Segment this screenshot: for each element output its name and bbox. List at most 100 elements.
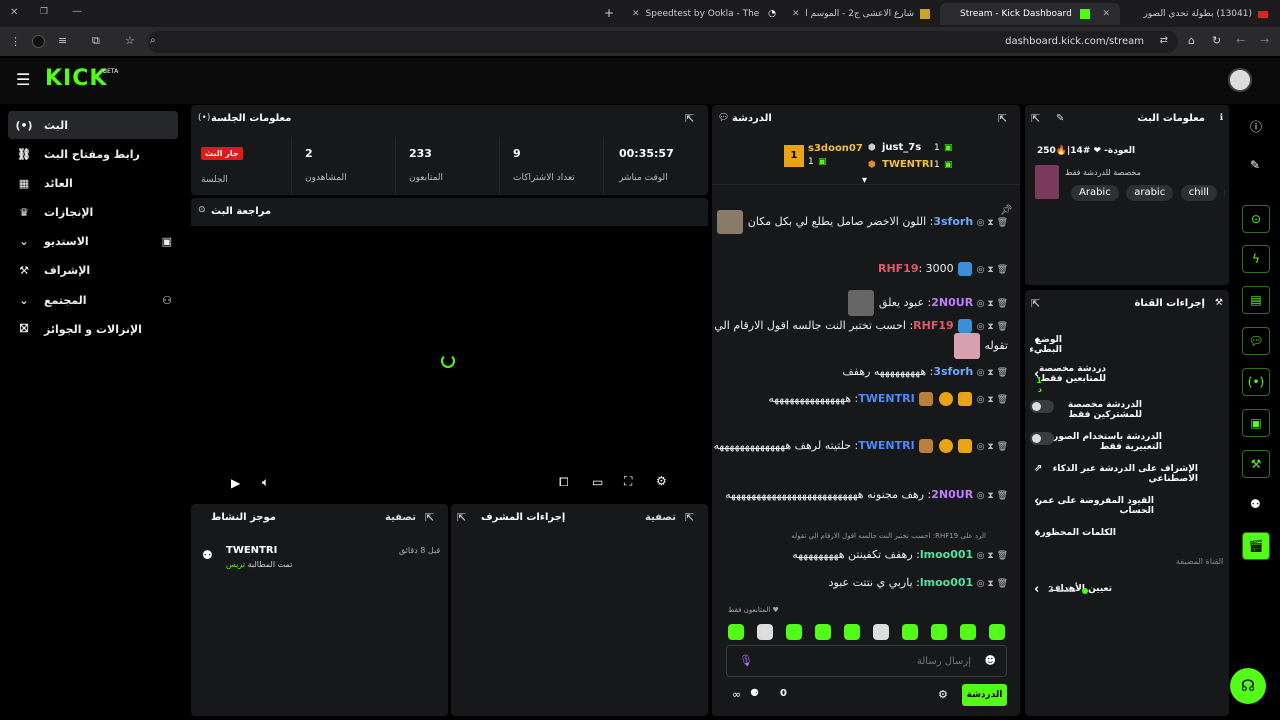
message-user[interactable]: lmoo001 [920,576,973,589]
kick-logo[interactable]: KICK [45,66,107,91]
edit-pencil-icon[interactable]: ✎ [1056,113,1064,124]
leader-name[interactable]: just_7s [882,142,921,153]
info-circle-icon[interactable]: ⓘ [1250,118,1262,135]
tab-series[interactable]: شارع الأعشى ج2 - الموسم الثاني ✕ [786,3,936,25]
broadcast-toggle-button[interactable]: (•) [1242,368,1270,396]
popout-icon[interactable]: ⇱ [1031,297,1040,310]
emoji-icon[interactable]: ☻ [985,654,996,667]
subscribers-only-toggle[interactable] [1030,400,1054,413]
sidebar-item-community[interactable]: ⌄ المجتمع ⚇ [8,286,178,314]
mod-actions-toggle-button[interactable]: ▣ [1242,409,1270,437]
sidebar-item-drops[interactable]: ⛝ الإنزالات و الجوائز [8,315,178,343]
minimize-window-icon[interactable]: — [72,6,82,17]
message-user[interactable]: 3sforh [933,365,973,378]
close-tab-icon[interactable]: ✕ [792,9,800,19]
new-tab-button[interactable]: + [604,6,614,20]
emote-button[interactable] [728,624,744,640]
tag-fun[interactable]: fun [1224,185,1225,201]
action-subscribers-only[interactable]: الدردشة مخصصة للمشتركين فقط [1030,395,1224,420]
lightning-button[interactable]: ϟ [1242,245,1270,273]
message-user[interactable]: RHF19 [878,262,919,275]
settings-gear-icon[interactable]: ⚙ [656,474,667,488]
tab-kick-dashboard[interactable]: ✕ Stream - Kick Dashboard [940,3,1120,25]
sidebar-item-revenue[interactable]: ▦ العائد [8,169,178,197]
preview-toggle-button[interactable]: ⊙ [1242,205,1270,233]
close-tab-icon[interactable]: ✕ [632,9,640,19]
video-player[interactable]: ▶ 🔈︎ ⧠ ▭ ⛶ ⚙ [191,226,708,500]
activity-user[interactable]: TWENTRI [226,545,277,556]
action-slow-mode[interactable]: الوضع البطيء › [1029,330,1224,355]
play-icon[interactable]: ▶ [231,476,240,490]
message-user[interactable]: lmoo001 [920,548,973,561]
action-ai-moderation[interactable]: الإشراف على الدردشة عبر الذكاء الاصطناعي… [1030,459,1224,484]
message-user[interactable]: TWENTRI [858,392,914,405]
reply-user[interactable]: RHF19: [933,532,958,540]
wrench-toggle-button[interactable]: ⚒ [1242,450,1270,478]
restore-window-icon[interactable]: ❐ [40,7,48,17]
collapse-icon[interactable]: ▾ [862,175,867,186]
emotes-only-toggle[interactable] [1030,432,1054,445]
tab-speedtest[interactable]: ✕ Speedtest by Ookla - The Global ◔ [626,3,782,25]
emote-button[interactable] [989,624,1005,640]
reload-icon[interactable]: ↻ [1212,34,1221,47]
message-user[interactable]: RHF19 [913,319,954,332]
chat-settings-icon[interactable]: ⚙ [938,688,948,701]
message-user[interactable]: TWENTRI [858,439,914,452]
profile-icon[interactable] [32,35,45,48]
tag-chill[interactable]: chill [1180,185,1217,201]
site-settings-icon[interactable]: ⇄ [1160,35,1168,46]
bookmark-star-icon[interactable]: ☆ [125,34,135,47]
message-user[interactable]: 2N0UR [931,296,973,309]
filter-button[interactable]: تصفية [385,512,416,523]
edit-icon[interactable]: ✎ [1250,158,1260,172]
menu-dots-icon[interactable]: ⋮ [10,35,21,48]
home-icon[interactable]: ⌂ [1188,34,1195,47]
playlist-icon[interactable]: ≡ [58,34,67,47]
emote-button[interactable] [873,624,889,640]
fullscreen-icon[interactable]: ⛶ [624,474,632,489]
close-tab-icon[interactable]: ✕ [1102,9,1110,19]
clapper-button[interactable]: 🎬︎ [1242,532,1270,560]
user-avatar[interactable] [1228,68,1252,92]
action-followers-only[interactable]: دردشة مخصصة للمتابعين فقط 1 د › [1030,362,1224,394]
mic-icon[interactable]: 🎙︎ [739,654,753,667]
sidebar-item-stream-key[interactable]: ⛓ رابط ومفتاح البث [8,140,178,168]
leader-name[interactable]: TWENTRI [882,159,933,170]
emote-button[interactable] [757,624,773,640]
popout-icon[interactable]: ⇱ [1031,112,1040,125]
forward-icon[interactable]: → [1260,34,1269,47]
emote-button[interactable] [902,624,918,640]
emote-button[interactable] [844,624,860,640]
popout-icon[interactable]: ⇱ [998,112,1007,125]
sidebar-item-moderation[interactable]: ⚒ الإشراف [8,256,178,284]
volume-icon[interactable]: 🔈︎ [262,475,269,490]
message-user[interactable]: 2N0UR [931,488,973,501]
theater-icon[interactable]: ▭ [592,475,603,489]
sidebar-item-achievements[interactable]: ♛ الإنجازات [8,198,178,226]
link-chain-icon[interactable]: ∞ [732,688,741,701]
chat-input[interactable] [761,652,971,670]
notes-button[interactable]: ▤ [1242,286,1270,314]
tag-arabic-lower[interactable]: arabic [1126,185,1174,201]
chat-toggle-button[interactable]: 💬︎ [1242,327,1270,355]
action-account-age[interactable]: القيود المفروضة على عمر الحساب › [1030,491,1224,516]
back-icon[interactable]: ← [1236,34,1245,47]
action-banned-words[interactable]: الكلمات المحظورة › [1030,523,1224,547]
community-icon[interactable]: ⚉ [1250,497,1261,511]
emote-button[interactable] [960,624,976,640]
support-headset-button[interactable]: ☊ [1230,668,1266,704]
emote-button[interactable] [931,624,947,640]
close-window-icon[interactable]: ✕ [10,7,18,18]
popout-icon[interactable]: ⇱ [685,112,694,125]
popout-icon[interactable]: ⇱ [457,511,466,524]
chat-input-box[interactable]: 🎙︎ ☻ [726,645,1007,677]
leader-name[interactable]: s3doon07 [808,143,863,154]
emote-button[interactable] [786,624,802,640]
filter-button[interactable]: تصفية [645,512,676,523]
emote-button[interactable] [815,624,831,640]
action-emotes-only[interactable]: الدردشة باستخدام الصور التعبيرية فقط [1030,427,1224,452]
popout-icon[interactable]: ⇱ [685,511,694,524]
message-user[interactable]: 3sforh [933,215,973,228]
address-bar[interactable]: ⌕ dashboard.kick.com/stream ⇄ [148,31,1178,53]
sidebar-item-studio[interactable]: ⌄ الاستديو ▣ [8,227,178,255]
